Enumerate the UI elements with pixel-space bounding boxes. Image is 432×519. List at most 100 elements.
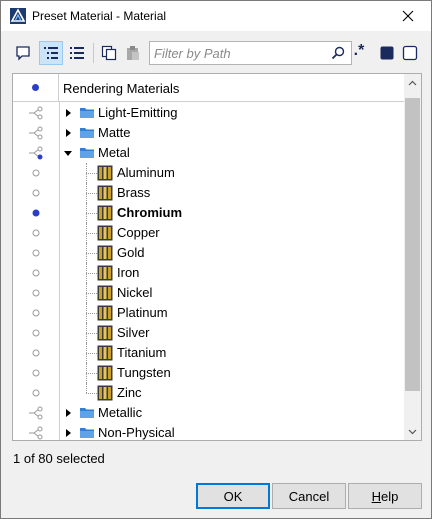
selection-cell[interactable] — [13, 403, 59, 423]
folder-icon — [80, 428, 94, 438]
tree-guide-line — [86, 233, 97, 234]
selection-cell[interactable] — [13, 243, 59, 263]
tree-material-row[interactable]: Tungsten — [13, 363, 405, 383]
tree-item-label: Gold — [117, 245, 145, 260]
toolbar: .* — [11, 39, 423, 67]
unselected-circle-icon — [32, 329, 40, 337]
ok-button[interactable]: OK — [196, 483, 270, 509]
scrollbar-thumb[interactable] — [405, 98, 420, 391]
metal-material-icon — [97, 305, 113, 321]
tree-guide-line — [86, 293, 97, 294]
flat-list-button[interactable] — [65, 41, 89, 65]
tree-material-row[interactable]: Aluminum — [13, 163, 405, 183]
selection-cell[interactable] — [13, 143, 59, 163]
paste-button[interactable] — [121, 41, 145, 65]
metal-material-icon — [97, 285, 113, 301]
metal-material-icon — [97, 345, 113, 361]
tree-material-row[interactable]: Platinum — [13, 303, 405, 323]
comment-button[interactable] — [11, 41, 35, 65]
selection-cell[interactable] — [13, 423, 59, 440]
filled-square-icon — [380, 46, 394, 60]
metal-material-icon — [97, 265, 113, 281]
unselected-circle-icon — [32, 289, 40, 297]
tree-folder-row[interactable]: Non-Physical — [13, 423, 405, 440]
tree-item-label: Metallic — [98, 405, 143, 420]
tree-material-row[interactable]: Silver — [13, 323, 405, 343]
selection-cell[interactable] — [13, 303, 59, 323]
tree-view-button[interactable] — [39, 41, 63, 65]
title-bar[interactable]: Preset Material - Material — [1, 1, 431, 31]
help-button[interactable]: Help — [348, 483, 422, 509]
tree-material-row[interactable]: Brass — [13, 183, 405, 203]
unselected-circle-icon — [32, 229, 40, 237]
collapsed-arrow-icon[interactable] — [63, 108, 73, 118]
collapsed-arrow-icon[interactable] — [63, 128, 73, 138]
empty-square-icon — [402, 45, 418, 61]
unselected-circle-icon — [32, 309, 40, 317]
tree-item-label: Nickel — [117, 285, 153, 300]
tree-item-label: Platinum — [117, 305, 168, 320]
search-icon[interactable] — [331, 46, 345, 60]
tree-folder-row[interactable]: Light-Emitting — [13, 103, 405, 123]
tree-guide-line — [86, 173, 97, 174]
tree-folder-row[interactable]: Metallic — [13, 403, 405, 423]
filter-input[interactable] — [150, 42, 325, 64]
tree-material-row[interactable]: Copper — [13, 223, 405, 243]
regex-toggle-button[interactable]: .* — [345, 41, 373, 65]
expanded-arrow-icon[interactable] — [63, 148, 73, 158]
scroll-down-button[interactable] — [404, 423, 421, 440]
metal-material-icon — [97, 325, 113, 341]
metal-material-icon — [97, 205, 113, 221]
metal-material-icon — [97, 365, 113, 381]
speech-bubble-icon — [16, 46, 30, 61]
close-button[interactable] — [385, 1, 431, 31]
help-label-rest: elp — [381, 488, 399, 504]
tree-material-row[interactable]: Zinc — [13, 383, 405, 403]
selection-cell[interactable] — [13, 263, 59, 283]
filter-field[interactable] — [149, 41, 352, 65]
cancel-button[interactable]: Cancel — [272, 483, 346, 509]
tree-guide-line — [86, 353, 97, 354]
tree-material-row[interactable]: Titanium — [13, 343, 405, 363]
selection-cell[interactable] — [13, 223, 59, 243]
selection-cell[interactable] — [13, 283, 59, 303]
selection-cell[interactable] — [13, 123, 59, 143]
tree-material-row[interactable]: Nickel — [13, 283, 405, 303]
tree-item-label: Matte — [98, 125, 131, 140]
unselected-circle-icon — [32, 169, 40, 177]
tree-folder-row[interactable]: Metal — [13, 143, 405, 163]
tree-material-row[interactable]: Chromium — [13, 203, 405, 223]
selection-cell[interactable] — [13, 343, 59, 363]
tree-folder-row[interactable]: Matte — [13, 123, 405, 143]
header-selection-cell[interactable] — [13, 74, 59, 102]
unselected-circle-icon — [32, 349, 40, 357]
window-title: Preset Material - Material — [32, 9, 167, 23]
collapsed-arrow-icon[interactable] — [63, 428, 73, 438]
vertical-scrollbar[interactable] — [404, 74, 421, 440]
copy-button[interactable] — [97, 41, 121, 65]
tree-item-label: Light-Emitting — [98, 105, 178, 120]
selection-cell[interactable] — [13, 163, 59, 183]
select-all-button[interactable] — [375, 41, 399, 65]
collapsed-arrow-icon[interactable] — [63, 408, 73, 418]
unselected-circle-icon — [32, 389, 40, 397]
tree-guide-line — [86, 193, 97, 194]
list-icon — [70, 47, 84, 59]
tree-item-label: Chromium — [117, 205, 182, 220]
selection-cell[interactable] — [13, 323, 59, 343]
scroll-up-button[interactable] — [404, 74, 421, 91]
tree-material-row[interactable]: Gold — [13, 243, 405, 263]
materials-tree[interactable]: Rendering Materials Light-Emitting Matte M… — [12, 73, 422, 441]
tree-item-label: Brass — [117, 185, 151, 200]
selection-cell[interactable] — [13, 363, 59, 383]
selection-cell[interactable] — [13, 203, 59, 223]
deselect-all-button[interactable] — [398, 41, 422, 65]
tree-guide-line — [86, 253, 97, 254]
selection-cell[interactable] — [13, 103, 59, 123]
selection-cell[interactable] — [13, 383, 59, 403]
tree-guide-line — [86, 383, 87, 393]
unselected-circle-icon — [32, 269, 40, 277]
tree-rows: Light-Emitting Matte Metal Aluminum Brass Chr… — [13, 103, 405, 440]
tree-material-row[interactable]: Iron — [13, 263, 405, 283]
selection-cell[interactable] — [13, 183, 59, 203]
